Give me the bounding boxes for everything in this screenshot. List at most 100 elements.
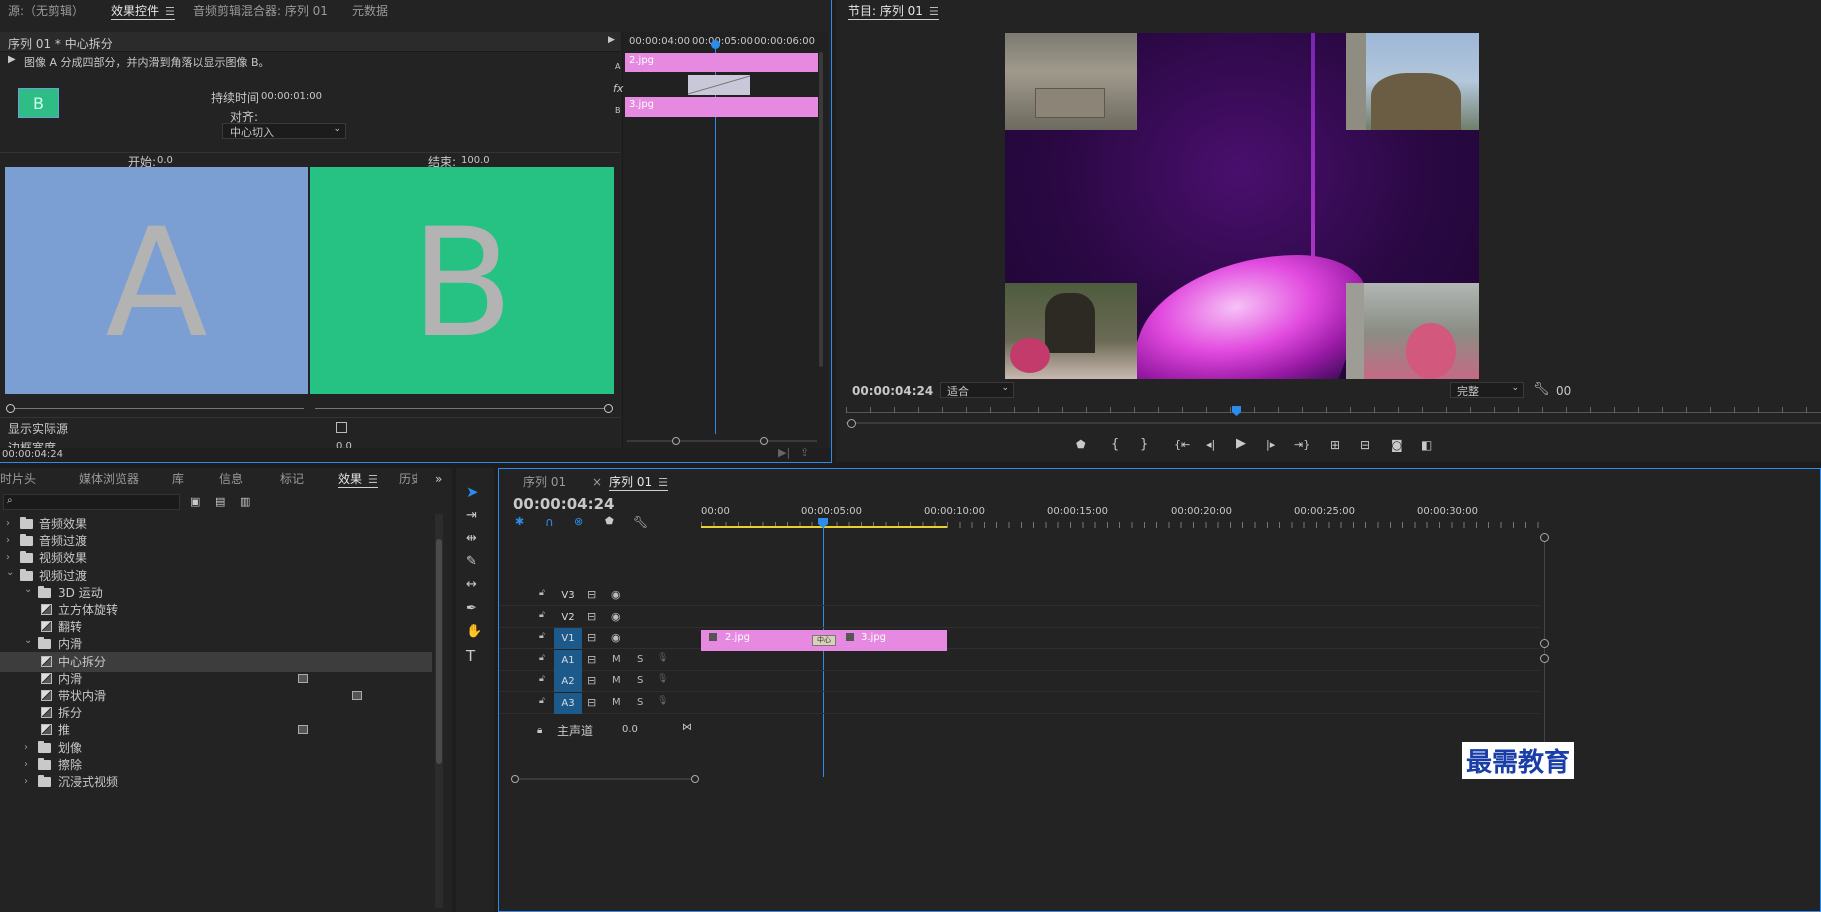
selection-tool-icon[interactable]: ➤ xyxy=(466,484,479,500)
ruler-label-2: 00:00:10:00 xyxy=(924,506,986,517)
nest-icon[interactable]: ✱ xyxy=(515,514,524,530)
mute-button[interactable]: M xyxy=(612,675,621,686)
timeline-ruler[interactable]: 00:00 00:00:05:00 00:00:10:00 00:00:15:0… xyxy=(701,504,1820,530)
chevron-down-icon[interactable]: ⌄ xyxy=(24,580,32,600)
sync-lock-icon[interactable]: ⊟ xyxy=(587,588,596,601)
chevron-down-icon[interactable]: ⌄ xyxy=(6,563,14,583)
hand-tool-icon[interactable]: ✋ xyxy=(466,624,482,640)
extract-icon[interactable]: ⊟ xyxy=(1360,437,1370,453)
lock-icon[interactable]: 🔓︎ xyxy=(539,588,545,598)
chevron-right-icon[interactable]: › xyxy=(24,772,28,792)
camera-icon[interactable]: ◙ xyxy=(1391,437,1403,453)
tab-history[interactable]: 历史 xyxy=(399,468,417,490)
effects-search[interactable]: ⌕ xyxy=(3,494,180,510)
microphone-icon[interactable]: 🎙︎ xyxy=(657,696,668,706)
quality-dropdown[interactable]: 完整 ⌄ xyxy=(1450,382,1524,398)
tab-markers[interactable]: 标记 xyxy=(280,468,304,490)
track-target-a1[interactable]: A1 xyxy=(554,649,582,671)
search-input[interactable] xyxy=(20,496,175,508)
tree-scrollbar[interactable] xyxy=(435,514,443,908)
tab-sequence-1[interactable]: 序列 01 xyxy=(523,471,566,493)
tab-effects[interactable]: 效果 ☰ xyxy=(338,468,378,490)
program-playhead[interactable] xyxy=(1232,406,1241,416)
solo-button[interactable]: S xyxy=(637,675,643,686)
folder-icon xyxy=(38,637,51,650)
32bit-effects-icon[interactable]: ▤ xyxy=(215,494,225,510)
play-icon[interactable]: ▶ xyxy=(1236,436,1246,452)
lock-icon[interactable]: 🔓︎ xyxy=(539,631,545,641)
mark-in-icon[interactable]: { xyxy=(1111,437,1119,453)
slip-tool-icon[interactable]: ↔ xyxy=(466,577,477,593)
master-lock-icon[interactable]: 🔒︎ xyxy=(537,723,542,739)
step-forward-icon[interactable]: |▸ xyxy=(1266,437,1275,453)
solo-button[interactable]: S xyxy=(637,697,643,708)
panel-menu-icon[interactable]: ☰ xyxy=(368,473,378,486)
razor-tool-icon[interactable]: ✎ xyxy=(466,554,477,570)
close-tab-icon[interactable]: × xyxy=(592,471,602,493)
step-back-icon[interactable]: ◂| xyxy=(1206,437,1215,453)
add-marker-icon[interactable]: ⬟ xyxy=(605,514,614,530)
eye-icon[interactable]: ◉ xyxy=(611,631,621,644)
tab-program[interactable]: 节目: 序列 01 ☰ xyxy=(848,0,939,22)
track-area: 🔓︎ V3 ⊟ ◉ 🔓︎ V2 ⊟ ◉ 🔓︎ V1 ⊟ ◉ 🔓︎ A1 ⊟ M S 🎙︎ 🔓︎ A2 ⊟ M S 🎙︎ 🔓︎ A3… xyxy=(499,585,1539,757)
zoom-bar[interactable] xyxy=(846,419,1821,428)
lock-icon[interactable]: 🔓︎ xyxy=(539,653,545,663)
tab-info[interactable]: 信息 xyxy=(219,468,243,490)
pen-tool-icon[interactable]: ✒ xyxy=(466,601,477,617)
fit-dropdown[interactable]: 适合 ⌄ xyxy=(940,382,1014,398)
track-target-v1[interactable]: V1 xyxy=(554,628,582,650)
mute-button[interactable]: M xyxy=(612,654,621,665)
accelerated-effects-icon[interactable]: ▣ xyxy=(190,494,200,510)
more-tabs-icon[interactable]: » xyxy=(435,468,442,490)
mute-button[interactable]: M xyxy=(612,697,621,708)
solo-button[interactable]: S xyxy=(637,654,643,665)
go-to-in-icon[interactable]: {⇤ xyxy=(1174,437,1190,453)
sync-lock-icon[interactable]: ⊟ xyxy=(587,610,596,623)
snap-icon[interactable]: ∩ xyxy=(545,514,554,530)
linked-selection-icon[interactable]: ⊗ xyxy=(574,514,583,530)
timeline-transition[interactable]: 中心 xyxy=(812,635,836,646)
lift-icon[interactable]: ⊞ xyxy=(1330,437,1340,453)
tab-sequence-2[interactable]: 序列 01 ☰ xyxy=(609,471,668,493)
master-go-icon[interactable]: ⋈ xyxy=(682,720,692,736)
track-select-tool-icon[interactable]: ⇥ xyxy=(466,508,477,524)
program-timecode[interactable]: 00:00:04:24 xyxy=(852,384,933,398)
sync-lock-icon[interactable]: ⊟ xyxy=(587,653,596,666)
lock-icon[interactable]: 🔓︎ xyxy=(539,696,545,706)
eye-icon[interactable]: ◉ xyxy=(611,610,621,623)
tab-timecode[interactable]: 计时片头 xyxy=(0,468,36,490)
sync-lock-icon[interactable]: ⊟ xyxy=(587,674,596,687)
type-tool-icon[interactable]: T xyxy=(466,648,475,664)
settings-icon[interactable]: 🔧︎ xyxy=(633,514,648,530)
wrench-icon[interactable]: 🔧︎ xyxy=(1533,382,1550,398)
comparison-view-icon[interactable]: ◧ xyxy=(1421,437,1432,453)
panel-menu-icon[interactable]: ☰ xyxy=(658,476,668,489)
mark-out-icon[interactable]: } xyxy=(1140,437,1148,453)
effects-folder-row[interactable]: › 沉浸式视频 xyxy=(0,772,432,792)
master-value[interactable]: 0.0 xyxy=(622,724,638,735)
microphone-icon[interactable]: 🎙︎ xyxy=(657,653,668,663)
timeline-vscroll[interactable] xyxy=(1539,533,1551,773)
tab-media-browser[interactable]: 媒体浏览器 xyxy=(79,468,139,490)
track-target-v3[interactable]: V3 xyxy=(554,585,582,606)
transition-label: 中心 xyxy=(817,636,831,644)
go-to-out-icon[interactable]: ⇥} xyxy=(1294,437,1310,453)
timeline-timecode[interactable]: 00:00:04:24 xyxy=(513,495,615,513)
track-target-a2[interactable]: A2 xyxy=(554,671,582,693)
chevron-down-icon[interactable]: ⌄ xyxy=(24,631,32,651)
lock-icon[interactable]: 🔓︎ xyxy=(539,674,545,684)
sync-lock-icon[interactable]: ⊟ xyxy=(587,696,596,709)
eye-icon[interactable]: ◉ xyxy=(611,588,621,601)
track-target-v2[interactable]: V2 xyxy=(554,607,582,628)
timeline-hscroll[interactable] xyxy=(511,775,699,783)
track-target-a3[interactable]: A3 xyxy=(554,693,582,714)
add-marker-icon[interactable]: ⬟ xyxy=(1076,437,1086,453)
sync-lock-icon[interactable]: ⊟ xyxy=(587,631,596,644)
tab-libraries[interactable]: 库 xyxy=(172,468,184,490)
yuv-effects-icon[interactable]: ▥ xyxy=(240,494,250,510)
ripple-edit-tool-icon[interactable]: ⇹ xyxy=(466,531,477,547)
panel-menu-icon[interactable]: ☰ xyxy=(929,5,939,18)
program-ruler[interactable] xyxy=(846,403,1821,429)
microphone-icon[interactable]: 🎙︎ xyxy=(657,674,668,684)
lock-icon[interactable]: 🔓︎ xyxy=(539,610,545,620)
